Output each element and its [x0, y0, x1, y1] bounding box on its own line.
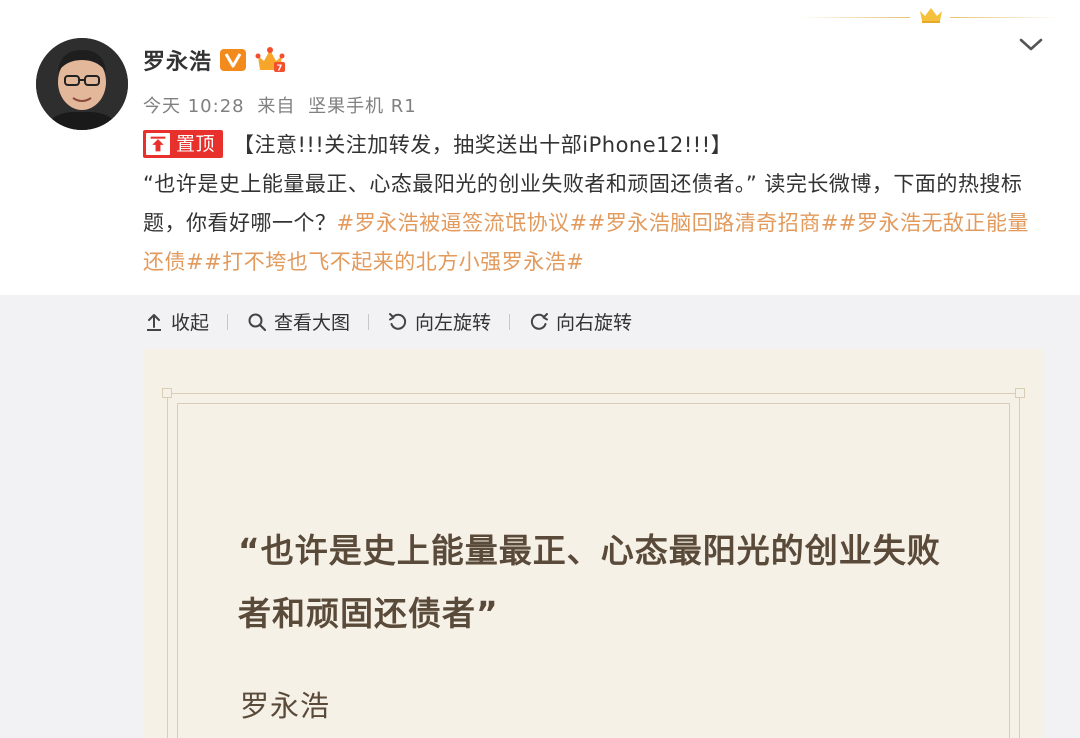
topic-link[interactable]: #罗永浩脑回路清奇招商# [588, 211, 839, 235]
border-corner [1015, 388, 1025, 398]
weibo-post-card: 罗永浩 7 今天 10:28 来自 坚果手机 R1 置顶 【注意!!!关注加转发… [0, 0, 1080, 738]
collapse-icon [147, 313, 161, 331]
post-time[interactable]: 今天 10:28 [143, 96, 245, 117]
topic-link[interactable]: #打不垮也飞不起来的北方小强罗永浩# [204, 250, 584, 274]
border-corner [162, 388, 172, 398]
topic-link[interactable]: #罗永浩被逼签流氓协议# [337, 211, 588, 235]
decoration-line [950, 17, 1060, 18]
decoration-line [800, 17, 910, 18]
pin-label: 置顶 [176, 132, 216, 155]
post-meta: 今天 10:28 来自 坚果手机 R1 [143, 92, 423, 118]
pinned-badge: 置顶 [143, 130, 224, 158]
source-prefix: 来自 [257, 96, 296, 117]
rotate-left-label: 向左旋转 [415, 312, 492, 334]
post-headline: 【注意!!!关注加转发，抽奖送出十部iPhone12!!!】 [233, 133, 733, 157]
source-device[interactable]: 坚果手机 R1 [308, 96, 417, 117]
rotate-left-icon [389, 312, 407, 330]
view-large-button[interactable]: 查看大图 [246, 308, 350, 335]
vip-crown-icon[interactable]: 7 [254, 46, 286, 74]
rotate-right-label: 向右旋转 [556, 312, 633, 334]
top-decoration [800, 8, 1060, 24]
rotate-left-button[interactable]: 向左旋转 [387, 308, 491, 335]
rotate-right-button[interactable]: 向右旋转 [528, 308, 632, 335]
crown-icon [920, 8, 942, 23]
toolbar-divider [227, 313, 229, 330]
post-text: 置顶 【注意!!!关注加转发，抽奖送出十部iPhone12!!!】 “也许是史上… [143, 126, 1048, 282]
collapse-label: 收起 [171, 312, 210, 334]
toolbar-divider [368, 313, 370, 330]
post-image[interactable]: “也许是史上能量最正、心态最阳光的创业失败者和顽固还债者” 罗永浩 [143, 349, 1044, 738]
avatar[interactable] [36, 38, 128, 130]
image-quote: “也许是史上能量最正、心态最阳光的创业失败者和顽固还债者” [238, 531, 941, 633]
view-large-label: 查看大图 [274, 312, 351, 334]
verified-v-icon [220, 49, 247, 71]
user-name-row: 罗永浩 7 [143, 44, 286, 76]
image-author: 罗永浩 [240, 689, 331, 723]
image-toolbar: 收起 查看大图 向左旋转 向右旋转 [143, 308, 632, 335]
magnifier-icon [248, 313, 267, 331]
pin-icon [146, 133, 170, 155]
user-name[interactable]: 罗永浩 [143, 44, 212, 76]
toolbar-divider [509, 313, 511, 330]
chevron-down-icon[interactable] [1018, 36, 1044, 54]
collapse-button[interactable]: 收起 [143, 308, 209, 335]
svg-text:7: 7 [277, 64, 283, 73]
avatar-portrait-icon [36, 38, 128, 130]
rotate-right-icon [530, 312, 549, 330]
